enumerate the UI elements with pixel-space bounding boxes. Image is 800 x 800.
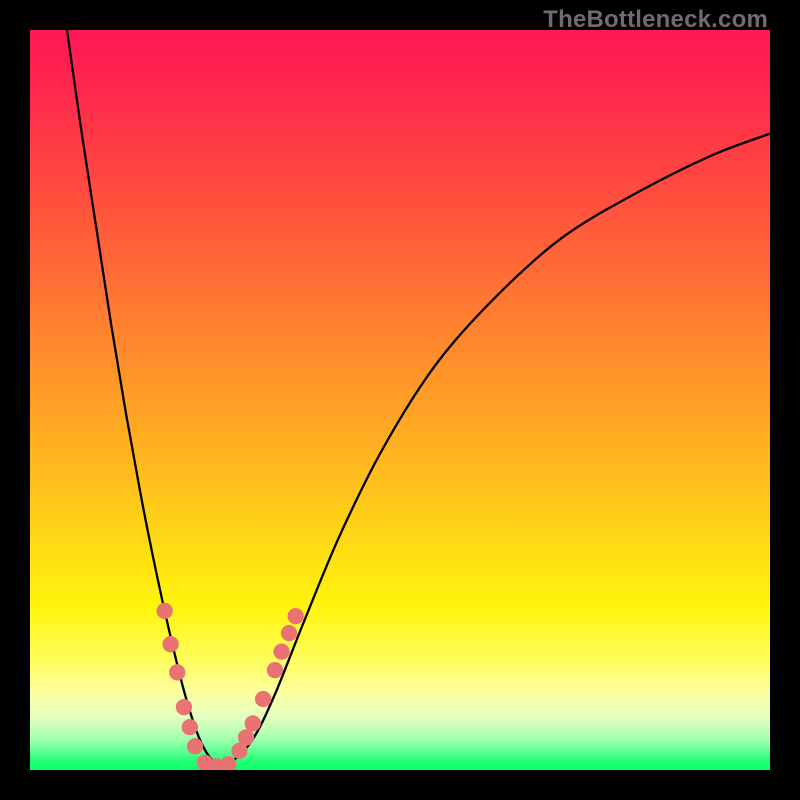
bottleneck-curve (67, 30, 770, 765)
data-marker (169, 664, 185, 680)
data-marker (220, 756, 236, 770)
marker-group (157, 603, 304, 770)
data-marker (238, 729, 254, 745)
watermark-text: TheBottleneck.com (543, 6, 768, 34)
data-marker (288, 608, 304, 624)
chart-plot-area (30, 30, 770, 770)
data-marker (255, 691, 271, 707)
data-marker (187, 738, 203, 754)
data-marker (182, 719, 198, 735)
chart-svg (30, 30, 770, 770)
data-marker (176, 699, 192, 715)
data-marker (157, 603, 173, 619)
chart-frame: TheBottleneck.com (0, 0, 800, 800)
data-marker (245, 715, 261, 731)
data-marker (281, 625, 297, 641)
data-marker (162, 636, 178, 652)
data-marker (267, 662, 283, 678)
data-marker (273, 643, 289, 659)
